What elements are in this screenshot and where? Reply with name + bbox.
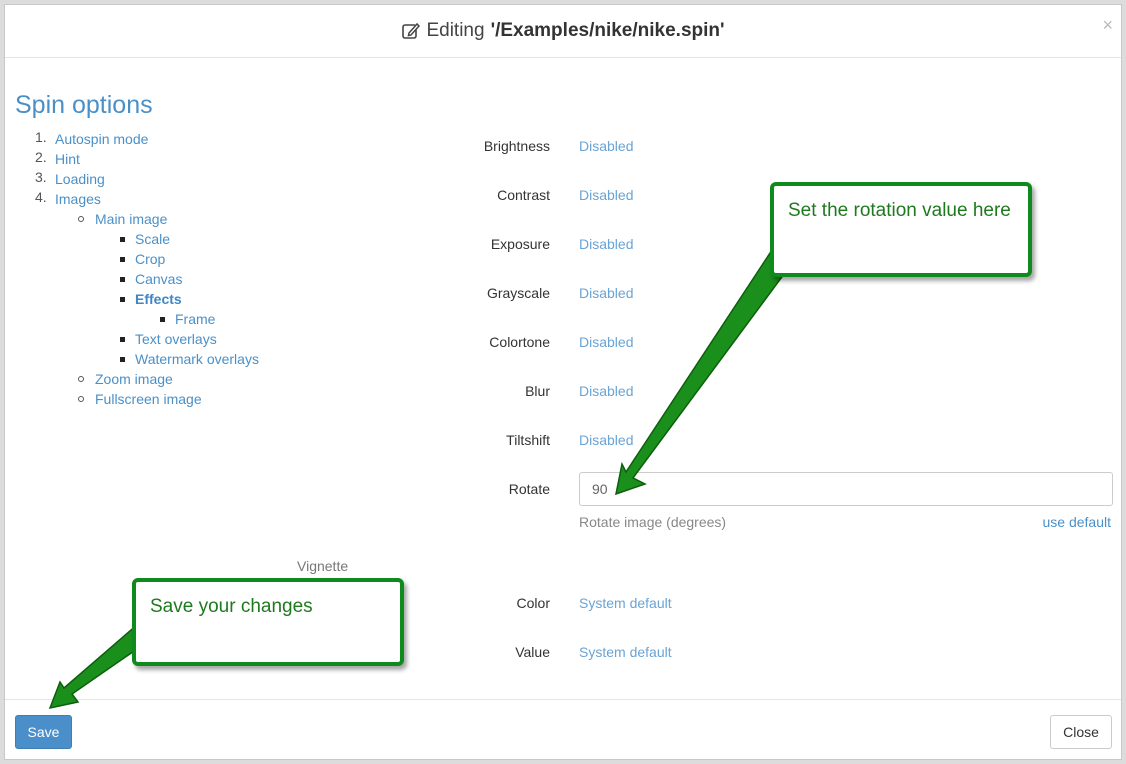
value-value[interactable]: System default [579,644,672,660]
square-bullet [120,277,125,282]
tree-item-canvas[interactable]: Canvas [135,269,182,289]
colortone-label: Colortone [489,334,550,350]
tree-item-hint[interactable]: Hint [55,149,80,169]
tree-number: 3. [35,169,47,185]
tree-item-main-image[interactable]: Main image [95,209,167,229]
circle-bullet [78,216,84,222]
square-bullet [120,337,125,342]
use-default-link[interactable]: use default [1043,514,1112,530]
modal-footer: Save Close [5,699,1121,761]
colortone-value[interactable]: Disabled [579,334,633,350]
blur-value[interactable]: Disabled [579,383,633,399]
tree-item-scale[interactable]: Scale [135,229,170,249]
modal-header: Editing '/Examples/nike/nike.spin' × [5,5,1121,58]
tree-item-watermark-overlays[interactable]: Watermark overlays [135,349,259,369]
tree-number: 4. [35,189,47,205]
contrast-label: Contrast [497,187,550,203]
save-button[interactable]: Save [15,715,72,749]
tree-item-text-overlays[interactable]: Text overlays [135,329,217,349]
tree-item-loading[interactable]: Loading [55,169,105,189]
blur-label: Blur [525,383,550,399]
tree-item-autospin-mode[interactable]: Autospin mode [55,129,148,149]
editing-label: Editing [426,20,485,41]
brightness-value[interactable]: Disabled [579,138,633,154]
square-bullet [120,297,125,302]
tiltshift-label: Tiltshift [506,432,550,448]
square-bullet [120,237,125,242]
tree-item-crop[interactable]: Crop [135,249,165,269]
grayscale-label: Grayscale [486,285,550,301]
square-bullet [160,317,165,322]
exposure-label: Exposure [490,236,550,252]
brightness-label: Brightness [483,138,550,154]
rotation-callout: Set the rotation value here [770,182,1032,277]
tree-item-effects[interactable]: Effects [135,289,182,309]
tree-item-zoom-image[interactable]: Zoom image [95,369,173,389]
value-label: Value [515,644,550,660]
circle-bullet [78,376,84,382]
save-callout: Save your changes [132,578,404,666]
color-value[interactable]: System default [579,595,672,611]
spin-options-title: Spin options [15,91,153,119]
rotate-input[interactable] [579,472,1113,506]
color-label: Color [516,595,550,611]
grayscale-value[interactable]: Disabled [579,285,633,301]
rotate-label: Rotate [508,481,550,497]
square-bullet [120,357,125,362]
tree-item-frame[interactable]: Frame [175,309,215,329]
square-bullet [120,257,125,262]
exposure-value[interactable]: Disabled [579,236,633,252]
close-button[interactable]: Close [1050,715,1112,749]
close-icon[interactable]: × [1102,15,1113,36]
tree-number: 1. [35,129,47,145]
edit-icon [401,21,421,41]
tree-item-fullscreen-image[interactable]: Fullscreen image [95,389,202,409]
tiltshift-value[interactable]: Disabled [579,432,633,448]
tree-item-images[interactable]: Images [55,189,101,209]
circle-bullet [78,396,84,402]
tree-number: 2. [35,149,47,165]
rotate-help-text: Rotate image (degrees) [579,514,727,530]
contrast-value[interactable]: Disabled [579,187,633,203]
file-path: '/Examples/nike/nike.spin' [490,20,725,41]
vignette-heading: Vignette [297,558,349,574]
